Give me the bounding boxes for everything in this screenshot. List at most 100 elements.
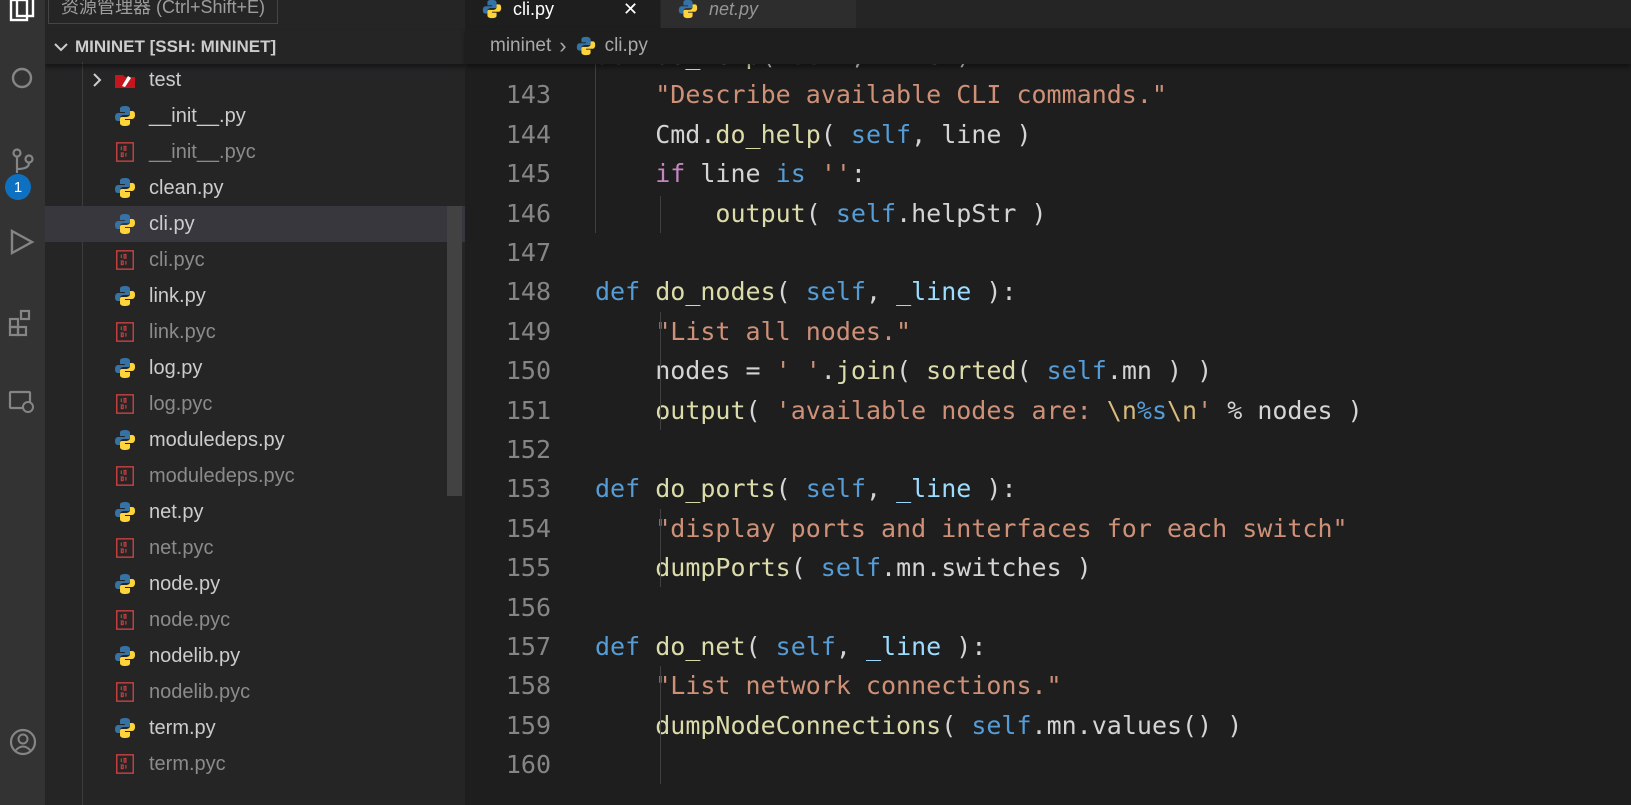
tree-file[interactable]: cli.pyc (45, 242, 465, 278)
code-token: "display ports and interfaces for each s… (655, 513, 1348, 543)
tab-net-py[interactable]: net.py (661, 0, 856, 28)
search-icon[interactable] (0, 56, 45, 104)
code-token: 'available nodes are: (775, 395, 1107, 425)
code-token: do_net (655, 632, 746, 661)
tree-file[interactable]: cli.py (45, 206, 465, 242)
code-token: _line (896, 277, 972, 307)
explorer-section-header[interactable]: MININET [SSH: MININET] (45, 30, 465, 64)
code-line[interactable]: 145 if line is '': (465, 154, 1631, 193)
line-number: 158 (505, 671, 551, 701)
line-number: 149 (505, 316, 551, 346)
code-text: "List all nodes." (595, 312, 911, 351)
line-number: 145 (505, 159, 551, 189)
code-token: output (655, 395, 746, 425)
tree-file[interactable]: nodelib.py (45, 638, 465, 674)
tree-file[interactable]: link.pyc (45, 314, 465, 350)
code-token: _line (896, 474, 972, 504)
code-line[interactable]: 151 output( 'available nodes are: \n%s\n… (465, 391, 1631, 430)
line-number: 143 (505, 80, 551, 110)
python-icon (113, 428, 137, 452)
line-number: 152 (505, 435, 551, 464)
activity-bar: 1 (0, 0, 45, 805)
python-icon (678, 0, 698, 19)
tree-file[interactable]: clean.py (45, 170, 465, 206)
python-icon (113, 572, 137, 596)
tree-file[interactable]: term.py (45, 710, 465, 746)
code-line[interactable]: 149 "List all nodes." (465, 312, 1631, 351)
code-text: def do_net( self, _line ): (595, 627, 986, 666)
code-line[interactable]: 152 (465, 430, 1631, 469)
tree-file[interactable]: net.pyc (45, 530, 465, 566)
binary-file-icon (113, 608, 137, 632)
tree-file[interactable]: log.pyc (45, 386, 465, 422)
tree-file[interactable]: net.py (45, 494, 465, 530)
tree-item-label: term.pyc (149, 752, 226, 775)
code-line[interactable]: 150 nodes = ' '.join( sorted( self.mn ) … (465, 351, 1631, 390)
tree-item-label: log.py (149, 356, 203, 379)
code-line[interactable]: 159 dumpNodeConnections( self.mn.values(… (465, 706, 1631, 745)
code-token: line (685, 159, 776, 189)
tree-file[interactable]: log.py (45, 350, 465, 386)
binary-file-icon (113, 320, 137, 344)
code-line[interactable]: 158 "List network connections." (465, 666, 1631, 705)
tree-file[interactable]: node.pyc (45, 602, 465, 638)
code-line[interactable]: 143 "Describe available CLI commands." (465, 75, 1631, 114)
tree-file[interactable]: __init__.pyc (45, 134, 465, 170)
code-text: nodes = ' '.join( sorted( self.mn ) ) (595, 351, 1212, 390)
close-icon[interactable]: ✕ (623, 0, 638, 20)
tree-file[interactable]: term.pyc (45, 746, 465, 782)
tab-cli-py[interactable]: cli.py ✕ (465, 0, 660, 28)
breadcrumb-file[interactable]: cli.py (605, 35, 648, 57)
code-line[interactable]: 155 dumpPorts( self.mn.switches ) (465, 548, 1631, 587)
tree-file[interactable]: link.py (45, 278, 465, 314)
accounts-icon[interactable] (0, 718, 45, 766)
code-token: ( (790, 553, 821, 583)
code-line[interactable]: 154 "display ports and interfaces for ea… (465, 509, 1631, 548)
tree-item-label: cli.pyc (149, 248, 205, 271)
code-token: def (595, 632, 656, 661)
indent-guide (660, 666, 661, 784)
code-token: "List network connections." (655, 671, 1062, 701)
extensions-icon[interactable] (0, 298, 45, 346)
code-editor[interactable]: 142def do_help( self, line ):143 "Descri… (465, 36, 1631, 805)
code-token: ( (745, 395, 776, 425)
code-line[interactable]: 146 output( self.helpStr ) (465, 194, 1631, 233)
code-token: \n (1167, 395, 1198, 425)
explorer-icon[interactable] (0, 0, 45, 34)
code-text: dumpNodeConnections( self.mn.values() ) (595, 706, 1242, 745)
tree-item-label: nodelib.py (149, 644, 241, 667)
code-token: self (775, 632, 836, 661)
tree-file[interactable]: node.py (45, 566, 465, 602)
code-token: \n (1106, 395, 1137, 425)
remote-explorer-icon[interactable] (0, 378, 45, 426)
code-line[interactable]: 160 (465, 745, 1631, 784)
code-line[interactable]: 153 def do_ports( self, _line ): (465, 469, 1631, 508)
code-line[interactable]: 144 Cmd.do_help( self, line ) (465, 115, 1631, 154)
indent-guide (595, 36, 596, 233)
tree-file[interactable]: __init__.py (45, 98, 465, 134)
tree-file[interactable]: nodelib.pyc (45, 674, 465, 710)
code-text: "Describe available CLI commands." (595, 75, 1167, 114)
indent-guide (660, 509, 661, 587)
code-token: def (595, 474, 656, 504)
tree-file[interactable]: moduledeps.py (45, 422, 465, 458)
sidebar-scrollbar[interactable] (447, 206, 462, 496)
code-line[interactable]: 147 (465, 233, 1631, 272)
code-token: is (775, 159, 806, 189)
line-number: 150 (505, 356, 551, 386)
code-line[interactable]: 148 def do_nodes( self, _line ): (465, 272, 1631, 311)
tree-item-label: net.pyc (149, 536, 214, 559)
tree-folder[interactable]: test (45, 62, 465, 98)
code-line[interactable]: 157 def do_net( self, _line ): (465, 627, 1631, 666)
code-line[interactable]: 156 (465, 588, 1631, 627)
tree-file[interactable]: moduledeps.pyc (45, 458, 465, 494)
run-debug-icon[interactable] (0, 218, 45, 266)
chevron-right-icon (93, 73, 102, 87)
line-number: 151 (505, 395, 551, 425)
breadcrumb-folder[interactable]: mininet (490, 35, 551, 57)
